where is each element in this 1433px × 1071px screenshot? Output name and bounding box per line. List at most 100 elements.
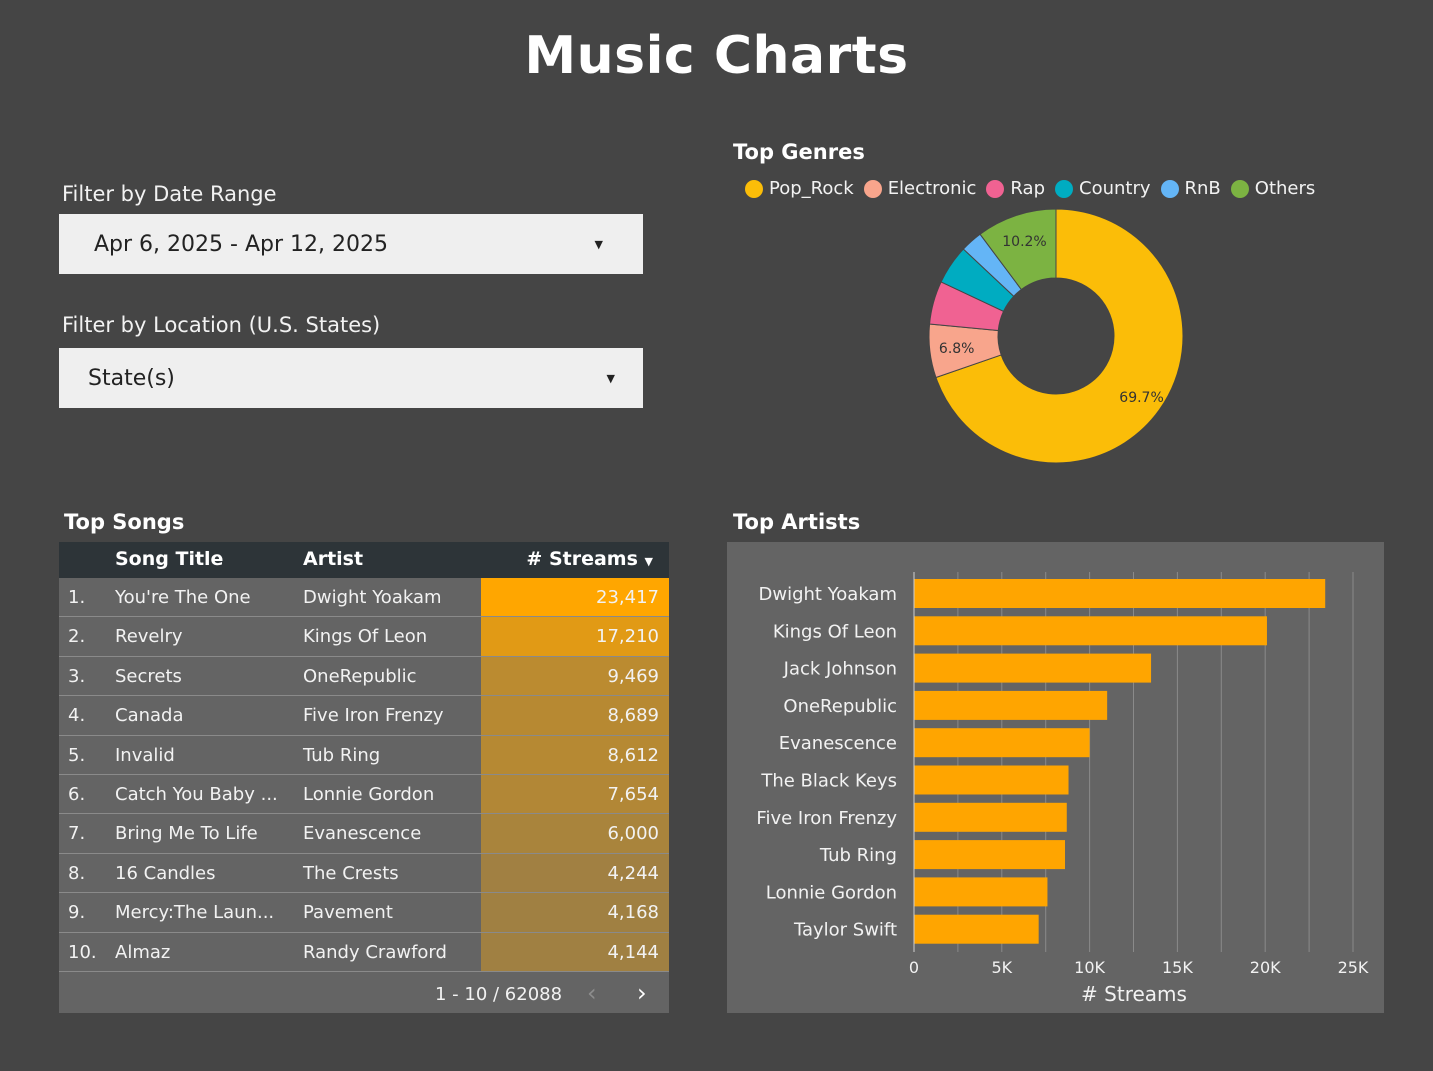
artist-bar[interactable] [914,653,1152,683]
row-streams: 17,210 [481,617,669,656]
x-axis-label: # Streams [1081,982,1187,1006]
row-artist: Five Iron Frenzy [303,705,444,727]
x-tick-label: 5K [991,958,1012,977]
col-header-artist[interactable]: Artist [303,548,363,570]
prev-page-icon[interactable]: ‹ [587,979,597,1007]
location-dropdown[interactable]: State(s) ▼ [59,348,643,408]
legend-item[interactable]: Others [1230,178,1315,199]
table-row[interactable]: 10. Almaz Randy Crawford 4,144 [59,932,669,972]
artists-bar-chart: 0 5K 10K 15K 20K 25K # Streams Dwight Yoakam Kin… [756,572,1369,1006]
row-artist: Randy Crawford [303,941,447,963]
x-tick-label: 15K [1162,958,1193,977]
legend-label: Pop_Rock [769,178,854,199]
pager-range: 1 - 10 / 62088 [435,984,563,1005]
legend-item[interactable]: Electronic [863,178,976,199]
row-rank: 5. [68,744,86,766]
col-header-title[interactable]: Song Title [115,548,223,570]
artist-bar[interactable] [914,765,1069,795]
table-row[interactable]: 7. Bring Me To Life Evanescence 6,000 [59,814,669,854]
row-song-title: Almaz [115,941,171,963]
legend-swatch [1160,179,1179,198]
legend-item[interactable]: Pop_Rock [745,178,854,199]
row-streams: 6,000 [481,814,669,853]
row-song-title: You're The One [115,587,251,608]
row-streams: 8,612 [481,735,669,774]
legend-label: Rap [1010,178,1045,199]
row-streams: 7,654 [481,774,669,814]
next-page-icon[interactable]: › [637,979,647,1007]
legend-item[interactable]: RnB [1160,178,1221,199]
legend-swatch [1230,179,1249,198]
artist-label: Five Iron Frenzy [756,808,897,829]
legend-item[interactable]: Country [1055,178,1151,199]
legend-swatch [745,179,763,198]
row-song-title: Invalid [115,744,175,766]
date-range-value: Apr 6, 2025 - Apr 12, 2025 [94,231,388,257]
row-rank: 4. [68,705,86,727]
artists-chart-panel: 0 5K 10K 15K 20K 25K # Streams Dwight Yoakam Kin… [727,542,1384,1013]
genres-title: Top Genres [733,140,865,164]
artist-label: OneRepublic [783,696,897,717]
artist-bar[interactable] [914,690,1108,720]
row-streams: 4,244 [481,853,669,893]
row-song-title: Bring Me To Life [115,823,258,845]
date-filter-label: Filter by Date Range [62,182,277,206]
table-row[interactable]: 6. Catch You Baby ... Lonnie Gordon 7,654 [59,774,669,815]
artist-bar[interactable] [914,579,1326,608]
songs-table-header: Song Title Artist # Streams ▼ [59,542,669,578]
artist-label: Taylor Swift [793,920,897,941]
row-song-title: Revelry [115,626,183,648]
row-artist: Lonnie Gordon [303,783,435,805]
row-song-title: Catch You Baby ... [115,783,278,805]
sort-desc-icon: ▼ [644,555,653,568]
row-rank: 6. [68,783,86,805]
col-header-streams[interactable]: # Streams ▼ [526,548,653,570]
artist-label: Evanescence [779,733,897,754]
row-artist: OneRepublic [303,665,417,687]
table-row[interactable]: 2. Revelry Kings Of Leon 17,210 [59,617,669,657]
row-streams: 4,168 [481,893,669,932]
artist-bar[interactable] [914,616,1267,646]
table-row[interactable]: 9. Mercy:The Laun... Pavement 4,168 [59,893,669,933]
row-rank: 10. [68,941,97,963]
row-streams: 4,144 [481,932,669,971]
artist-label: Kings Of Leon [773,621,897,642]
artist-bar[interactable] [914,914,1039,944]
artist-label: The Black Keys [760,771,897,792]
legend-label: RnB [1184,178,1221,199]
row-artist: Tub Ring [303,744,381,766]
x-tick-label: 25K [1338,958,1369,977]
row-rank: 9. [68,902,86,924]
table-pager: 1 - 10 / 62088 ‹ › [59,973,669,1013]
artist-bar[interactable] [914,840,1066,870]
table-row[interactable]: 8. 16 Candles The Crests 4,244 [59,853,669,894]
row-rank: 3. [68,665,86,687]
legend-label: Country [1079,178,1151,199]
location-filter-label: Filter by Location (U.S. States) [62,313,381,337]
location-value: State(s) [88,365,175,391]
songs-table: Song Title Artist # Streams ▼ 1. You're T… [59,542,669,1013]
row-artist: The Crests [303,862,399,884]
table-row[interactable]: 1. You're The One Dwight Yoakam 23,417 [59,578,669,618]
artist-label: Lonnie Gordon [766,882,897,903]
dropdown-arrow-icon: ▼ [606,371,615,385]
row-rank: 7. [68,823,86,845]
genres-legend: Pop_Rock Electronic Rap Country RnB Others [745,178,1315,199]
page-title: Music Charts [524,26,909,86]
artist-bar[interactable] [914,728,1090,758]
artist-bar[interactable] [914,877,1048,907]
dropdown-arrow-icon: ▼ [594,237,603,251]
table-row[interactable]: 5. Invalid Tub Ring 8,612 [59,735,669,775]
row-rank: 8. [68,862,86,884]
row-artist: Kings Of Leon [303,626,428,648]
row-streams: 23,417 [481,578,669,617]
donut-slice-label: 6.8% [939,341,975,357]
date-range-dropdown[interactable]: Apr 6, 2025 - Apr 12, 2025 ▼ [59,214,643,274]
artist-bar[interactable] [914,802,1067,832]
row-artist: Dwight Yoakam [303,587,442,608]
row-song-title: Canada [115,705,184,727]
table-row[interactable]: 3. Secrets OneRepublic 9,469 [59,656,669,697]
legend-item[interactable]: Rap [986,178,1045,199]
row-rank: 1. [68,587,86,608]
table-row[interactable]: 4. Canada Five Iron Frenzy 8,689 [59,696,669,736]
